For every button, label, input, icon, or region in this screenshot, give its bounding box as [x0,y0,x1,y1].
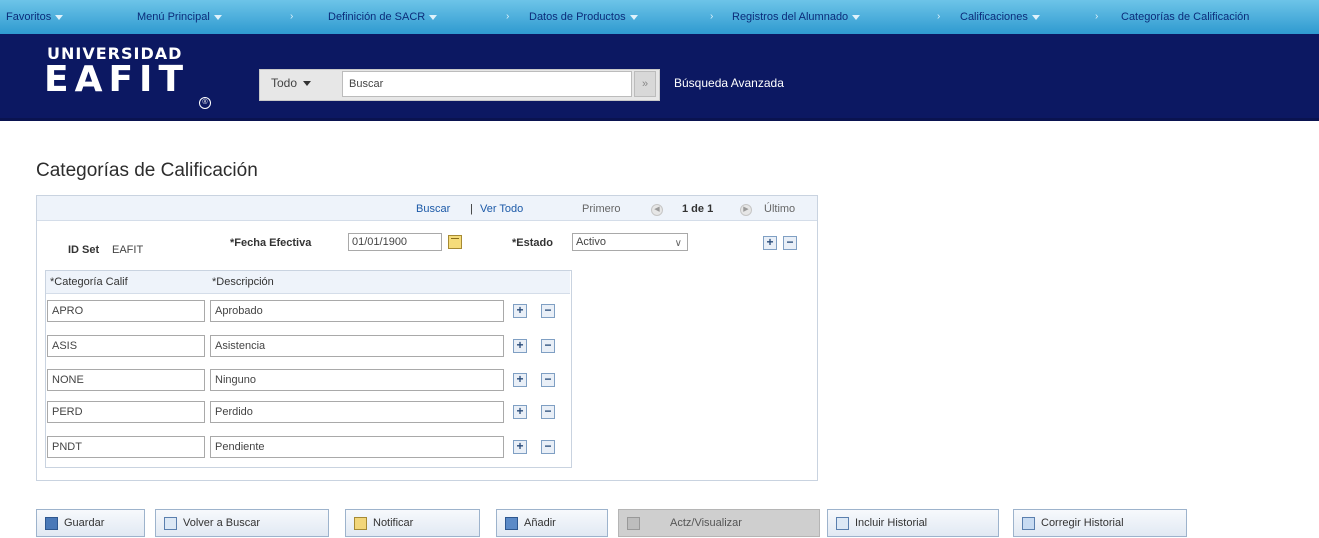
chevron-down-icon: ∨ [674,238,682,249]
nav-calificaciones-label: Calificaciones [960,11,1028,23]
corregir-historial-button[interactable]: Corregir Historial [1013,509,1187,537]
top-navigation-bar: Favoritos Menú Principal › Definición de… [0,0,1319,35]
nav-registros-alumnado-label: Registros del Alumnado [732,11,849,23]
nav-categorias-calificacion[interactable]: Categorías de Calificación [1121,0,1249,34]
incluir-label: Incluir Historial [855,517,928,529]
categoria-cell[interactable]: NONE [47,369,205,391]
remove-row-icon[interactable]: − [541,304,555,318]
estado-value: Activo [576,236,606,248]
record-count: 1 de 1 [682,203,714,215]
search-go-button[interactable]: » [634,71,656,97]
categoria-cell[interactable]: PERD [47,401,205,423]
nav-separator: | [470,203,473,215]
grid-header-descripcion: *Descripción [212,276,274,288]
incluir-historial-button[interactable]: Incluir Historial [827,509,999,537]
chevron-down-icon [852,14,861,20]
notificar-button[interactable]: Notificar [345,509,480,537]
nav-definicion-sacr-label: Definición de SACR [328,11,426,23]
logo-text-eafit: EAFIT [44,59,189,100]
add-row-icon[interactable]: + [513,405,527,419]
remove-row-icon[interactable]: − [541,405,555,419]
idset-value: EAFIT [112,244,144,256]
add-row-icon[interactable]: + [513,440,527,454]
chevron-down-icon [629,14,638,20]
add-row-icon[interactable]: + [513,304,527,318]
ver-todo-link[interactable]: Ver Todo [480,203,523,215]
add-row-icon[interactable]: + [763,236,777,250]
breadcrumb-separator-icon: › [937,11,941,22]
nav-datos-productos[interactable]: Datos de Productos [529,0,638,34]
chevron-down-icon [1031,14,1040,20]
remove-row-icon[interactable]: − [541,440,555,454]
chevron-down-icon [55,14,64,20]
remove-row-icon[interactable]: − [541,339,555,353]
descripcion-cell[interactable]: Perdido [210,401,504,423]
anadir-button[interactable]: Añadir [496,509,608,537]
nav-categorias-calificacion-label: Categorías de Calificación [1121,11,1250,23]
add-row-icon[interactable]: + [513,373,527,387]
nav-menu-principal-label: Menú Principal [137,11,210,23]
nav-definicion-sacr[interactable]: Definición de SACR [328,0,438,34]
correct-history-icon [1022,516,1035,530]
actualizar-label: Actz/Visualizar [670,517,742,529]
search-scope-label: Todo [271,76,298,90]
save-icon [45,516,58,530]
notificar-label: Notificar [373,517,414,529]
buscar-link[interactable]: Buscar [416,203,450,215]
categoria-cell[interactable]: PNDT [47,436,205,458]
primero-label: Primero [582,203,621,215]
anadir-label: Añadir [524,517,556,529]
descripcion-cell[interactable]: Pendiente [210,436,504,458]
descripcion-cell[interactable]: Ninguno [210,369,504,391]
categoria-cell[interactable]: APRO [47,300,205,322]
volver-a-buscar-button[interactable]: Volver a Buscar [155,509,329,537]
descripcion-cell[interactable]: Asistencia [210,335,504,357]
chevron-down-icon [213,14,222,20]
volver-label: Volver a Buscar [183,517,261,529]
nav-calificaciones[interactable]: Calificaciones [960,0,1040,34]
idset-label: ID Set [68,244,100,256]
remove-row-icon[interactable]: − [783,236,797,250]
calendar-icon[interactable] [448,235,462,249]
estado-label: *Estado [512,237,553,249]
chevron-down-icon [429,14,438,20]
search-scope-select[interactable]: Todo [271,72,312,94]
nav-menu-principal[interactable]: Menú Principal [137,0,222,34]
nav-favoritos-label: Favoritos [6,11,52,23]
corregir-label: Corregir Historial [1041,517,1124,529]
add-row-icon[interactable]: + [513,339,527,353]
fecha-efectiva-field[interactable]: 01/01/1900 [348,233,442,251]
advanced-search-link[interactable]: Búsqueda Avanzada [674,76,784,90]
nav-registros-alumnado[interactable]: Registros del Alumnado [732,0,861,34]
guardar-button[interactable]: Guardar [36,509,145,537]
notify-icon [354,516,367,530]
guardar-label: Guardar [64,517,105,529]
remove-row-icon[interactable]: − [541,373,555,387]
update-display-icon [627,516,640,530]
nav-favoritos[interactable]: Favoritos [6,0,64,34]
add-icon [505,516,518,530]
actualizar-visualizar-button[interactable]: Actz/Visualizar [618,509,820,537]
nav-datos-productos-label: Datos de Productos [529,11,626,23]
descripcion-cell[interactable]: Aprobado [210,300,504,322]
breadcrumb-separator-icon: › [1095,11,1099,22]
next-arrow-icon[interactable]: ▶ [740,204,752,216]
include-history-icon [836,516,849,530]
categoria-cell[interactable]: ASIS [47,335,205,357]
page-title: Categorías de Calificación [36,160,258,181]
ultimo-label: Último [764,203,796,215]
search-input[interactable]: Buscar [342,71,632,97]
chevron-down-icon [303,81,312,87]
previous-arrow-icon[interactable]: ◀ [651,204,663,216]
breadcrumb-separator-icon: › [290,11,294,22]
grid-header-categoria: *Categoría Calif [50,276,128,288]
estado-select[interactable]: Activo ∨ [572,233,688,251]
breadcrumb-separator-icon: › [506,11,510,22]
registered-mark-icon: ® [199,97,211,109]
breadcrumb-separator-icon: › [710,11,714,22]
fecha-efectiva-label: *Fecha Efectiva [230,237,312,249]
return-search-icon [164,516,177,530]
